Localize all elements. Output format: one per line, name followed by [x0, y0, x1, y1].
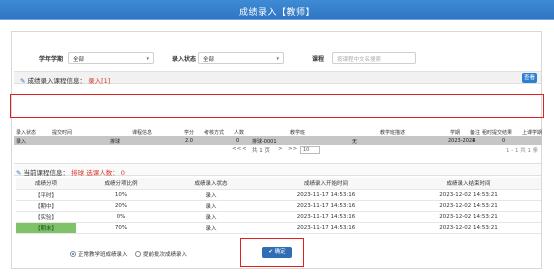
table-row[interactable]: 【期中】 20% 录入 2023-11-17 14:53:16 2023-12-…	[16, 200, 541, 212]
highlight-frame-course-row	[10, 94, 544, 118]
grade-item-name: 【期中】	[16, 200, 76, 212]
col-credits: 学分	[184, 130, 195, 136]
pager: << < 共 1 页 > >> 10	[232, 146, 322, 155]
window-titlebar: 成绩录入【教师】	[0, 0, 554, 20]
col-grade-item: 成绩分项	[16, 178, 76, 190]
grade-item-end: 2023-12-02 14:53:21	[396, 211, 541, 223]
table-row[interactable]: 录入 排球 2.0 0 排球-0001 无 2023-2024 1 0	[14, 136, 542, 145]
col-exam: 考核方式	[204, 130, 225, 136]
grade-item-name: 【期末】	[16, 222, 76, 234]
table-row[interactable]: 【期末】 70% 录入 2023-11-17 14:53:16 2023-12-…	[16, 222, 541, 234]
main-panel: 学年学期 全部 ▾ 录入状态 全部 ▾ 课程 按课程中文名搜索 ✎ 成绩录入课程…	[11, 31, 542, 269]
row-credits: 2.0	[185, 137, 193, 144]
pager-next[interactable]: >	[278, 146, 283, 152]
table-row[interactable]: 【平时】 10% 录入 2023-11-17 14:53:16 2023-12-…	[16, 189, 541, 201]
titlebar-divider	[0, 19, 554, 20]
grade-item-end: 2023-12-02 14:53:21	[396, 189, 541, 201]
page-size-value: 10	[303, 147, 310, 153]
row-note: 1	[472, 137, 476, 144]
course-section-status: 录入[1]	[88, 77, 111, 85]
grade-item-ratio: 20%	[76, 200, 166, 212]
grade-item-ratio: 70%	[76, 222, 166, 234]
col-class-term: 上课学期	[522, 130, 543, 136]
col-count: 人数	[234, 130, 245, 136]
grade-item-status: 录入	[166, 200, 256, 212]
radio-selected-icon	[70, 251, 76, 257]
course-section-caption: ✎ 成绩录入课程信息： 录入[1]	[20, 75, 110, 85]
grade-item-end: 2023-12-02 14:53:21	[396, 222, 541, 234]
grade-item-end: 2023-12-02 14:53:21	[396, 200, 541, 212]
radio-batch-label: 提前批次成绩录入	[143, 252, 188, 258]
row-count: 0	[236, 137, 240, 144]
status-label: 录入状态	[172, 56, 197, 63]
col-term: 学期	[450, 130, 461, 136]
chevron-down-icon: ▾	[276, 56, 279, 62]
current-section-caption: ✎ 当前课程信息： 排球 选课人数： 0	[16, 167, 125, 177]
course-section-title: 成绩录入课程信息：	[27, 77, 87, 85]
radio-normal-label: 正常教学班成绩录入	[78, 252, 128, 258]
row-desc: 无	[352, 138, 358, 145]
grade-item-name: 【平时】	[16, 189, 76, 201]
pager-prev[interactable]: <	[242, 146, 247, 152]
page-size-select[interactable]: 10	[300, 146, 320, 154]
row-course: 排球	[110, 138, 121, 145]
col-status: 录入状态	[16, 130, 37, 136]
status-select-value: 全部	[203, 57, 215, 63]
row-class: 排球-0001	[252, 138, 277, 145]
radio-unselected-icon	[135, 251, 141, 257]
view-button[interactable]: 查看	[522, 73, 537, 83]
term-select[interactable]: 全部 ▾	[68, 52, 154, 64]
course-search-placeholder: 按课程中文名搜索	[337, 57, 382, 63]
pager-first[interactable]: <<	[232, 146, 241, 152]
col-note: 备注	[470, 130, 481, 136]
current-count-label: 选课人数：	[86, 169, 119, 177]
chevron-down-icon: ▾	[146, 56, 149, 62]
grade-item-ratio: 10%	[76, 189, 166, 201]
term-label: 学年学期	[39, 56, 64, 63]
current-section-bar: ✎ 当前课程信息： 排球 选课人数： 0	[14, 163, 541, 177]
tag-icon: ✎	[20, 77, 26, 85]
radio-normal[interactable]: 正常教学班成绩录入	[70, 250, 128, 258]
course-label: 课程	[312, 56, 325, 63]
col-result: 租时提交结果	[482, 130, 513, 136]
current-course-name: 排球	[71, 169, 85, 177]
tag-icon: ✎	[16, 169, 22, 177]
grade-item-name: 【实验】	[16, 211, 76, 223]
term-select-value: 全部	[73, 57, 85, 63]
col-grade-ratio: 成绩分项比例	[76, 178, 166, 190]
col-class-desc: 教学班描述	[380, 130, 406, 136]
grade-item-status: 录入	[166, 189, 256, 201]
table-row[interactable]: 【实验】 0% 录入 2023-11-17 14:53:16 2023-12-0…	[16, 211, 541, 223]
col-grade-status: 成绩录入状态	[166, 178, 256, 190]
col-submit-time: 提交时间	[52, 130, 73, 136]
grade-item-start: 2023-11-17 14:53:16	[256, 200, 396, 212]
col-class: 教学班	[290, 130, 306, 136]
course-search-input[interactable]: 按课程中文名搜索	[332, 52, 416, 64]
grade-items-table: 成绩分项 成绩分项比例 成绩录入状态 成绩录入开始时间 成绩录入结束时间 【平时…	[16, 178, 541, 234]
row-result: 0	[502, 137, 506, 144]
grade-item-start: 2023-11-17 14:53:16	[256, 222, 396, 234]
grade-item-ratio: 0%	[76, 211, 166, 223]
pager-last[interactable]: >>	[288, 146, 297, 152]
col-course: 课程信息	[132, 130, 153, 136]
current-section-title: 当前课程信息：	[23, 169, 70, 177]
grade-item-start: 2023-11-17 14:53:16	[256, 211, 396, 223]
pager-page-text: 共 1 页	[252, 148, 270, 154]
highlight-frame-confirm	[240, 238, 304, 267]
col-grade-start: 成绩录入开始时间	[256, 178, 396, 190]
window-title: 成绩录入【教师】	[238, 8, 315, 18]
status-select[interactable]: 全部 ▾	[198, 52, 284, 64]
pager-range: 1 - 1 共 1 条	[506, 148, 539, 154]
course-section-bar: ✎ 成绩录入课程信息： 录入[1] 查看	[14, 71, 541, 85]
grade-item-status: 录入	[166, 222, 256, 234]
grade-table-header: 成绩分项 成绩分项比例 成绩录入状态 成绩录入开始时间 成绩录入结束时间	[16, 178, 541, 190]
radio-batch[interactable]: 提前批次成绩录入	[135, 250, 187, 258]
course-table-header: 录入状态 提交时间 课程信息 学分 考核方式 人数 教学班 教学班描述 学期 备…	[14, 128, 542, 136]
current-count: 0	[120, 169, 125, 177]
row-status: 录入	[16, 138, 27, 145]
grade-item-start: 2023-11-17 14:53:16	[256, 189, 396, 201]
grade-item-status: 录入	[166, 211, 256, 223]
col-grade-end: 成绩录入结束时间	[396, 178, 541, 190]
